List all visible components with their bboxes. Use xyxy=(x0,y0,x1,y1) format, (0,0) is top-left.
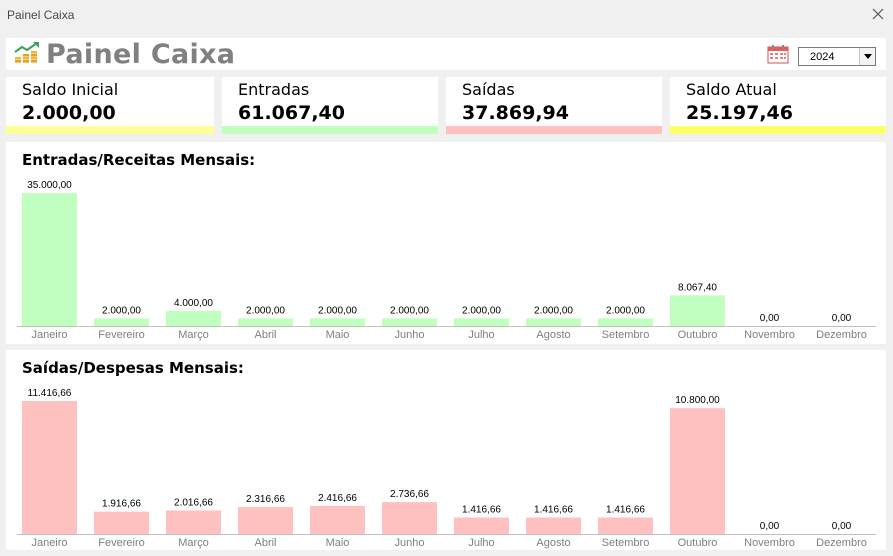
x-tick-label: Setembro xyxy=(602,537,650,549)
x-tick-label: Novembro xyxy=(744,537,795,549)
chevron-down-icon[interactable] xyxy=(859,48,875,65)
x-tick-label: Agosto xyxy=(536,537,570,549)
data-label: 0,00 xyxy=(760,521,780,532)
card-saidas: Saídas 37.869,94 xyxy=(446,77,662,134)
card-value: 25.197,46 xyxy=(686,102,793,124)
bar-maio xyxy=(310,505,365,534)
data-label: 2.736,66 xyxy=(390,489,429,500)
bar-fevereiro xyxy=(94,511,149,534)
x-tick-label: Agosto xyxy=(536,329,570,341)
card-label: Saldo Inicial xyxy=(22,80,119,99)
window-title: Painel Caixa xyxy=(7,8,75,22)
data-label: 2.000,00 xyxy=(102,305,141,316)
data-label: 0,00 xyxy=(832,521,852,532)
bar-agosto xyxy=(526,517,581,534)
data-label: 2.000,00 xyxy=(606,305,645,316)
data-label: 1.916,66 xyxy=(102,499,141,510)
income-bar-chart: 35.000,00 Janeiro 2.000,00 Fevereiro 4.000,0… xyxy=(17,180,876,341)
x-tick-label: Março xyxy=(178,537,209,549)
data-label: 1.416,66 xyxy=(462,504,501,515)
card-label: Saldo Atual xyxy=(686,80,777,99)
income-chart-panel: Entradas/Receitas Mensais: 35.000,00 Jane… xyxy=(6,142,886,344)
data-label: 11.416,66 xyxy=(28,388,72,399)
calendar-icon[interactable] xyxy=(767,44,789,64)
data-label: 1.416,66 xyxy=(534,504,573,515)
x-tick-label: Janeiro xyxy=(31,329,67,341)
bar-maio xyxy=(310,318,365,326)
x-tick-label: Março xyxy=(178,329,209,341)
x-tick-label: Abril xyxy=(254,537,276,549)
data-label: 0,00 xyxy=(832,313,852,324)
card-label: Entradas xyxy=(238,80,310,99)
expense-bar-chart: 11.416,66 Janeiro 1.916,66 Fevereiro 2.016,6… xyxy=(17,388,876,549)
bar-outubro xyxy=(670,408,725,534)
data-label: 0,00 xyxy=(760,313,780,324)
x-tick-label: Fevereiro xyxy=(98,537,144,549)
data-label: 2.316,66 xyxy=(246,494,285,505)
card-value: 61.067,40 xyxy=(238,102,345,124)
card-label: Saídas xyxy=(462,80,515,99)
data-label: 2.000,00 xyxy=(462,305,501,316)
bar-abril xyxy=(238,318,293,326)
x-tick-label: Outubro xyxy=(678,537,718,549)
card-stripe xyxy=(670,126,886,134)
window-titlebar: Painel Caixa xyxy=(0,0,893,30)
data-label: 35.000,00 xyxy=(27,180,72,191)
data-label: 8.067,40 xyxy=(678,282,717,293)
bar-junho xyxy=(382,318,437,326)
x-tick-label: Maio xyxy=(326,329,350,341)
x-tick-label: Julho xyxy=(468,329,494,341)
x-tick-label: Abril xyxy=(254,329,276,341)
data-label: 2.000,00 xyxy=(534,305,573,316)
bar-agosto xyxy=(526,318,581,326)
x-tick-label: Novembro xyxy=(744,329,795,341)
card-value: 2.000,00 xyxy=(22,102,116,124)
data-label: 10.800,00 xyxy=(675,395,720,406)
card-saldo-inicial: Saldo Inicial 2.000,00 xyxy=(6,77,214,134)
x-tick-label: Fevereiro xyxy=(98,329,144,341)
data-label: 2.000,00 xyxy=(246,305,285,316)
bar-abril xyxy=(238,507,293,534)
bar-junho xyxy=(382,502,437,534)
bar-fevereiro xyxy=(94,318,149,326)
card-stripe xyxy=(6,126,214,134)
bar-julho xyxy=(454,517,509,534)
x-tick-label: Janeiro xyxy=(31,537,67,549)
bar-março xyxy=(166,510,221,534)
x-tick-label: Junho xyxy=(395,329,425,341)
card-stripe xyxy=(222,126,438,134)
x-tick-label: Maio xyxy=(326,537,350,549)
data-label: 1.416,66 xyxy=(606,504,645,515)
data-label: 2.416,66 xyxy=(318,493,357,504)
dashboard-header: Painel Caixa 2024 xyxy=(6,38,886,70)
card-entradas: Entradas 61.067,40 xyxy=(222,77,438,134)
bar-janeiro xyxy=(22,401,77,534)
bar-janeiro xyxy=(22,193,77,326)
x-tick-label: Junho xyxy=(395,537,425,549)
x-tick-label: Setembro xyxy=(602,329,650,341)
chart-coins-icon xyxy=(14,42,39,63)
data-label: 2.000,00 xyxy=(318,305,357,316)
data-label: 2.000,00 xyxy=(390,305,429,316)
x-tick-label: Outubro xyxy=(678,329,718,341)
bar-março xyxy=(166,310,221,326)
bar-setembro xyxy=(598,517,653,534)
bar-julho xyxy=(454,318,509,326)
bar-outubro xyxy=(670,295,725,326)
card-saldo-atual: Saldo Atual 25.197,46 xyxy=(670,77,886,134)
year-select-value: 2024 xyxy=(810,51,835,63)
x-tick-label: Julho xyxy=(468,537,494,549)
data-label: 2.016,66 xyxy=(174,498,213,509)
page-title: Painel Caixa xyxy=(46,39,236,70)
x-tick-label: Dezembro xyxy=(816,537,867,549)
data-label: 4.000,00 xyxy=(174,298,213,309)
year-select[interactable]: 2024 xyxy=(798,47,876,66)
close-icon[interactable] xyxy=(869,5,887,23)
card-value: 37.869,94 xyxy=(462,102,569,124)
bar-setembro xyxy=(598,318,653,326)
card-stripe xyxy=(446,126,662,134)
expense-chart-panel: Saídas/Despesas Mensais: 11.416,66 Janeir… xyxy=(6,350,886,550)
x-tick-label: Dezembro xyxy=(816,329,867,341)
